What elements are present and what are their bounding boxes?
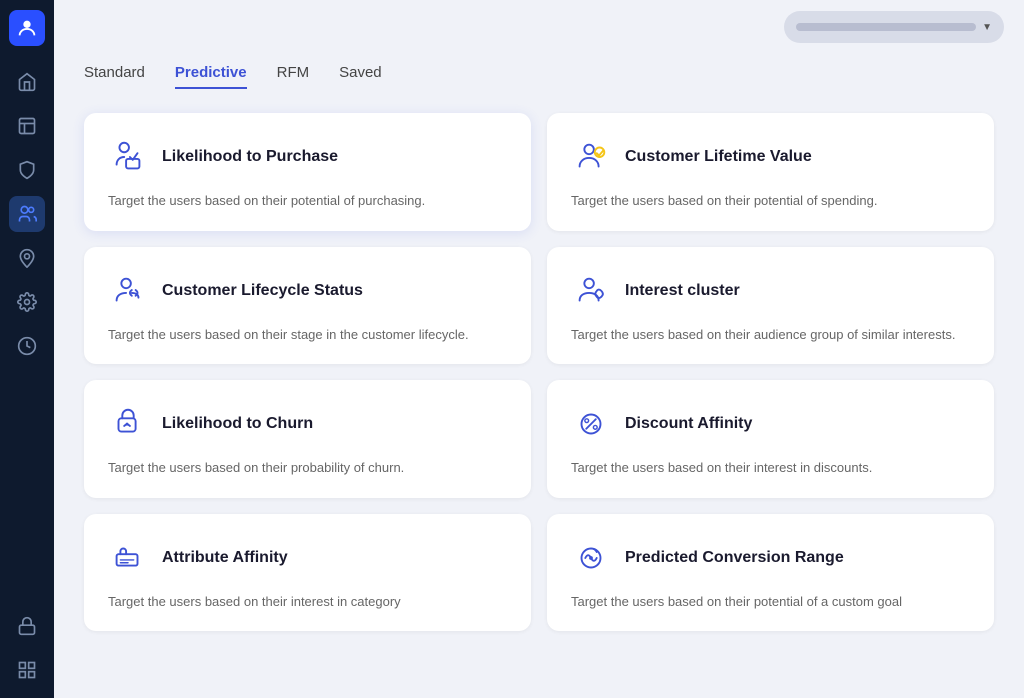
content-area: Standard Predictive RFM Saved (54, 54, 1024, 698)
card-customer-lifetime-value[interactable]: Customer Lifetime Value Target the users… (547, 113, 994, 231)
card-title: Customer Lifetime Value (625, 148, 812, 166)
card-description: Target the users based on their audience… (571, 325, 970, 345)
sidebar-bottom (9, 608, 45, 688)
card-description: Target the users based on their stage in… (108, 325, 507, 345)
sidebar (0, 0, 54, 698)
card-title: Customer Lifecycle Status (162, 282, 363, 300)
sidebar-item-shield[interactable] (9, 152, 45, 188)
tab-standard[interactable]: Standard (84, 64, 145, 89)
card-interest-cluster[interactable]: Interest cluster Target the users based … (547, 247, 994, 365)
card-header: Interest cluster (571, 271, 970, 311)
tab-rfm[interactable]: RFM (277, 64, 310, 89)
card-title: Attribute Affinity (162, 549, 288, 567)
card-title: Interest cluster (625, 282, 740, 300)
sidebar-item-settings[interactable] (9, 284, 45, 320)
tab-saved[interactable]: Saved (339, 64, 382, 89)
interest-icon (571, 271, 611, 311)
sidebar-item-grid[interactable] (9, 652, 45, 688)
lifetime-icon (571, 137, 611, 177)
card-header: Likelihood to Purchase (108, 137, 507, 177)
card-header: Attribute Affinity (108, 538, 507, 578)
card-customer-lifecycle-status[interactable]: Customer Lifecycle Status Target the use… (84, 247, 531, 365)
card-description: Target the users based on their interest… (108, 592, 507, 612)
dropdown-arrow-icon[interactable]: ▼ (982, 22, 992, 33)
search-bar[interactable]: ▼ (784, 11, 1004, 43)
card-description: Target the users based on their potentia… (571, 191, 970, 211)
sidebar-item-location[interactable] (9, 240, 45, 276)
card-title: Discount Affinity (625, 415, 752, 433)
card-likelihood-to-purchase[interactable]: Likelihood to Purchase Target the users … (84, 113, 531, 231)
sidebar-item-lock[interactable] (9, 608, 45, 644)
sidebar-item-home[interactable] (9, 64, 45, 100)
card-predicted-conversion-range[interactable]: Predicted Conversion Range Target the us… (547, 514, 994, 632)
card-description: Target the users based on their potentia… (108, 191, 507, 211)
discount-icon (571, 404, 611, 444)
card-header: Predicted Conversion Range (571, 538, 970, 578)
sidebar-item-clock[interactable] (9, 328, 45, 364)
lifecycle-icon (108, 271, 148, 311)
churn-icon (108, 404, 148, 444)
conversion-icon (571, 538, 611, 578)
card-description: Target the users based on their potentia… (571, 592, 970, 612)
sidebar-item-people[interactable] (9, 196, 45, 232)
card-title: Likelihood to Churn (162, 415, 313, 433)
card-header: Likelihood to Churn (108, 404, 507, 444)
attribute-icon (108, 538, 148, 578)
card-discount-affinity[interactable]: Discount Affinity Target the users based… (547, 380, 994, 498)
card-header: Customer Lifecycle Status (108, 271, 507, 311)
card-header: Discount Affinity (571, 404, 970, 444)
card-attribute-affinity[interactable]: Attribute Affinity Target the users base… (84, 514, 531, 632)
card-likelihood-to-churn[interactable]: Likelihood to Churn Target the users bas… (84, 380, 531, 498)
tab-bar: Standard Predictive RFM Saved (84, 54, 994, 89)
sidebar-logo[interactable] (9, 10, 45, 46)
cards-grid: Likelihood to Purchase Target the users … (84, 113, 994, 631)
tab-predictive[interactable]: Predictive (175, 64, 247, 89)
card-title: Predicted Conversion Range (625, 549, 844, 567)
main-area: ▼ Standard Predictive RFM Saved (54, 0, 1024, 698)
card-header: Customer Lifetime Value (571, 137, 970, 177)
sidebar-item-chart[interactable] (9, 108, 45, 144)
card-title: Likelihood to Purchase (162, 148, 338, 166)
card-description: Target the users based on their probabil… (108, 458, 507, 478)
topbar: ▼ (54, 0, 1024, 54)
card-description: Target the users based on their interest… (571, 458, 970, 478)
purchase-icon (108, 137, 148, 177)
